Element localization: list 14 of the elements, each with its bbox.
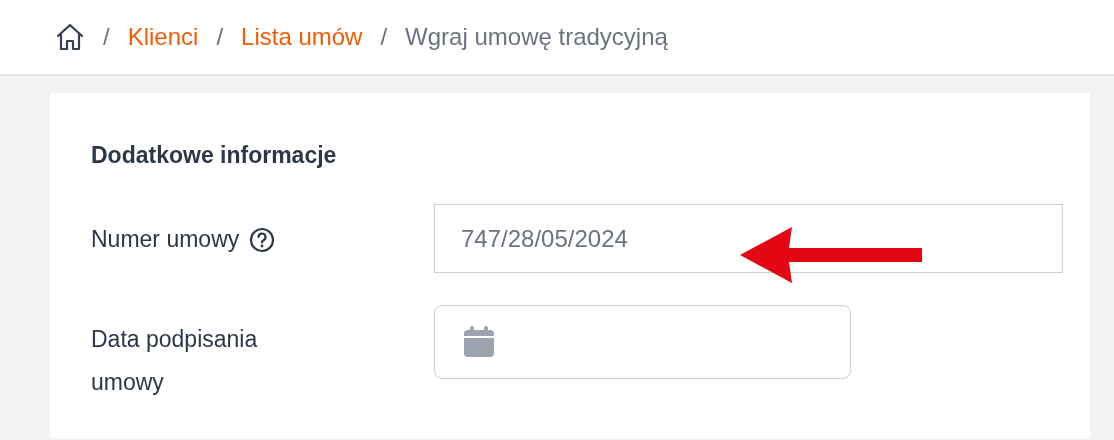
breadcrumb-separator: /: [380, 23, 388, 51]
help-icon[interactable]: [249, 226, 276, 253]
date-field[interactable]: [434, 305, 851, 379]
breadcrumb-current: Wgraj umowę tradycyjną: [405, 23, 668, 51]
breadcrumb-link[interactable]: Lista umów: [241, 23, 363, 51]
breadcrumb-separator: /: [103, 23, 110, 51]
section-title: Dodatkowe informacje: [91, 141, 338, 170]
breadcrumb-separator: /: [216, 23, 224, 51]
field-label: Data podpisania umowy: [91, 325, 259, 397]
calendar-icon: [462, 325, 496, 359]
breadcrumb-link[interactable]: Klienci: [127, 23, 199, 51]
contract-number-field[interactable]: 747/28/05/2024: [434, 204, 1063, 273]
home-icon[interactable]: [55, 22, 85, 52]
field-label: Numer umowy: [91, 225, 240, 254]
